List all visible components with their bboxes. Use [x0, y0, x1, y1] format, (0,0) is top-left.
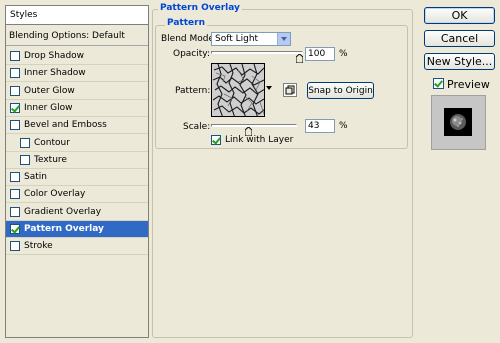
scale-label: Scale: — [183, 122, 211, 132]
style-item-label: Texture — [34, 154, 67, 165]
style-item-label: Outer Glow — [24, 85, 75, 96]
pattern-overlay-title: Pattern Overlay — [158, 3, 242, 13]
styles-header[interactable]: Styles — [6, 6, 148, 25]
new-preset-icon[interactable] — [283, 83, 297, 97]
style-item-checkbox[interactable] — [10, 68, 20, 79]
pattern-subgroup-title: Pattern — [165, 18, 207, 28]
ok-button[interactable]: OK — [424, 7, 495, 24]
opacity-slider-thumb[interactable] — [296, 54, 303, 63]
style-item-label: Drop Shadow — [24, 51, 85, 61]
pattern-swatch[interactable] — [211, 63, 265, 117]
style-item-checkbox[interactable] — [20, 154, 30, 165]
style-item-texture[interactable]: Texture — [6, 152, 148, 169]
style-item-checkbox[interactable] — [10, 224, 20, 234]
style-item-label: Bevel and Emboss — [24, 120, 107, 131]
preview-thumbnail — [444, 108, 472, 136]
style-item-label: Gradient Overlay — [24, 206, 102, 217]
style-item-contour[interactable]: Contour — [6, 135, 148, 152]
blend-mode-label: Blend Mode: — [161, 34, 218, 44]
opacity-label: Opacity: — [173, 49, 210, 59]
style-item-label: Satin — [24, 172, 47, 183]
new-style-button[interactable]: New Style... — [424, 53, 495, 70]
scale-input[interactable]: 43 — [305, 119, 335, 133]
opacity-unit: % — [339, 49, 348, 59]
style-item-gradient-overlay[interactable]: Gradient Overlay — [6, 204, 148, 221]
style-item-label: Inner Glow — [24, 102, 73, 113]
style-item-checkbox[interactable] — [20, 137, 30, 148]
styles-panel: Styles Blending Options: Default Drop Sh… — [5, 5, 149, 338]
blend-mode-select[interactable]: Soft Light — [211, 32, 291, 46]
style-item-satin[interactable]: Satin — [6, 169, 148, 187]
style-item-checkbox[interactable] — [10, 172, 20, 183]
link-with-layer-checkbox[interactable] — [211, 135, 221, 145]
style-item-label: Stroke — [24, 241, 53, 252]
chevron-down-icon[interactable] — [277, 33, 290, 45]
style-item-color-overlay[interactable]: Color Overlay — [6, 186, 148, 204]
style-item-checkbox[interactable] — [10, 189, 20, 200]
preview-label: Preview — [447, 78, 490, 91]
style-item-checkbox[interactable] — [10, 102, 20, 113]
style-item-inner-glow[interactable]: Inner Glow — [6, 100, 148, 117]
style-item-checkbox[interactable] — [10, 120, 20, 131]
style-item-drop-shadow[interactable]: Drop Shadow — [6, 48, 148, 65]
style-item-checkbox[interactable] — [10, 206, 20, 217]
style-item-stroke[interactable]: Stroke — [6, 238, 148, 256]
style-item-checkbox[interactable] — [10, 241, 20, 252]
style-item-checkbox[interactable] — [10, 51, 20, 61]
preview-checkbox[interactable] — [433, 78, 444, 89]
style-item-bevel-and-emboss[interactable]: Bevel and Emboss — [6, 117, 148, 135]
style-item-inner-shadow[interactable]: Inner Shadow — [6, 65, 148, 83]
pattern-dropdown-icon[interactable] — [266, 86, 272, 90]
style-item-pattern-overlay[interactable]: Pattern Overlay — [6, 221, 148, 238]
snap-to-origin-button[interactable]: Snap to Origin — [307, 82, 374, 99]
style-item-checkbox[interactable] — [10, 85, 20, 96]
opacity-slider-track[interactable] — [211, 51, 303, 54]
pattern-label: Pattern: — [175, 86, 211, 96]
scale-slider-track[interactable] — [211, 124, 297, 127]
opacity-input[interactable]: 100 — [305, 47, 335, 61]
style-item-label: Pattern Overlay — [24, 224, 104, 234]
style-item-label: Contour — [34, 137, 70, 148]
style-item-label: Color Overlay — [24, 189, 86, 200]
link-with-layer-label: Link with Layer — [225, 135, 294, 145]
cancel-button[interactable]: Cancel — [424, 30, 495, 47]
blend-mode-value: Soft Light — [215, 34, 259, 44]
blending-options-item[interactable]: Blending Options: Default — [6, 26, 148, 46]
style-item-label: Inner Shadow — [24, 68, 86, 79]
scale-unit: % — [339, 121, 348, 131]
style-item-outer-glow[interactable]: Outer Glow — [6, 83, 148, 100]
